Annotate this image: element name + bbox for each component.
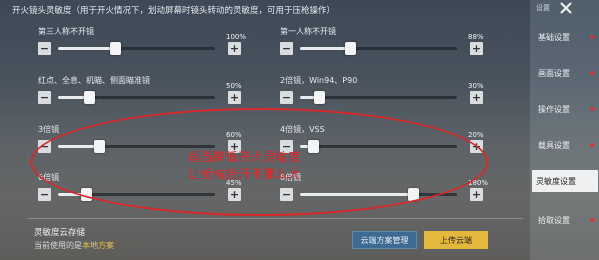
slider-value: 88%	[468, 33, 484, 41]
cloud-current-plan-name: 本地方案	[82, 241, 114, 250]
increase-button[interactable]: +	[228, 91, 241, 104]
slider-third-person-no-scope: 第三人称不开镜 100% − +	[38, 26, 248, 62]
slider-track[interactable]	[58, 42, 215, 55]
sidebar-item-0[interactable]: 基础设置	[538, 32, 594, 43]
decrease-button[interactable]: −	[38, 42, 51, 55]
increase-button[interactable]: +	[470, 91, 483, 104]
annotation-line-1: 适当降低开火灵敏度	[188, 150, 301, 164]
slider-thumb[interactable]	[84, 91, 96, 104]
decrease-button[interactable]: −	[280, 91, 293, 104]
slider-label: 3倍镜	[38, 125, 60, 134]
notification-dot-icon	[590, 35, 594, 39]
slider-first-person-no-scope: 第一人称不开镜 88% − +	[280, 26, 490, 62]
slider-label: 2倍镜，Win94、P90	[280, 76, 358, 85]
sidebar-item-3[interactable]: 载具设置	[538, 140, 594, 151]
cloud-plan-manage-button[interactable]: 云端方案管理	[352, 231, 417, 249]
slider-value: 20%	[468, 131, 484, 139]
slider-value: 30%	[468, 82, 484, 90]
cloud-current-prefix: 当前使用的是	[34, 241, 82, 250]
slider-track[interactable]	[58, 91, 215, 104]
fire-sensitivity-header: 开火镜头灵敏度（用于开火情况下，划动屏幕时镜头转动的灵敏度，可用于压枪操作）	[12, 6, 336, 16]
sidebar-header-label: 设置	[536, 4, 550, 12]
slider-fill	[58, 47, 115, 50]
slider-red-dot-holo: 红点、全息、机瞄、侧面瞄准镜 50% − +	[38, 75, 248, 111]
notification-dot-icon	[590, 143, 594, 147]
increase-button[interactable]: +	[228, 42, 241, 55]
increase-button[interactable]: +	[470, 188, 483, 201]
increase-button[interactable]: +	[470, 42, 483, 55]
decrease-button[interactable]: −	[38, 91, 51, 104]
section-divider	[28, 218, 523, 219]
slider-value: 100%	[226, 33, 247, 41]
sidebar-item-1[interactable]: 画面设置	[538, 68, 594, 79]
decrease-button[interactable]: −	[38, 188, 51, 201]
notification-dot-icon	[590, 71, 594, 75]
slider-thumb[interactable]	[313, 91, 325, 104]
cloud-current-plan: 当前使用的是本地方案	[34, 240, 114, 251]
slider-label: 第三人称不开镜	[38, 27, 94, 36]
notification-dot-icon	[590, 107, 594, 111]
cloud-storage-title: 灵敏度云存储	[34, 228, 86, 238]
slider-thumb[interactable]	[345, 42, 357, 55]
annotation-line-2: 让枪械抬升不那么大	[188, 167, 301, 181]
slider-thumb[interactable]	[109, 42, 121, 55]
slider-value: 50%	[226, 82, 242, 90]
sidebar-item-5[interactable]: 拾取设置	[538, 215, 594, 226]
slider-track[interactable]	[300, 91, 457, 104]
close-icon[interactable]	[558, 0, 574, 16]
upload-cloud-button[interactable]: 上传云端	[424, 231, 488, 249]
notification-dot-icon	[590, 218, 594, 222]
slider-label: 红点、全息、机瞄、侧面瞄准镜	[38, 76, 150, 85]
slider-fill	[300, 47, 351, 50]
slider-scope-2x: 2倍镜，Win94、P90 30% − +	[280, 75, 490, 111]
slider-label: 第一人称不开镜	[280, 27, 336, 36]
decrease-button[interactable]: −	[280, 42, 293, 55]
sidebar-item-4[interactable]: 灵敏度设置	[532, 170, 598, 192]
sidebar-item-2[interactable]: 操作设置	[538, 104, 594, 115]
slider-track[interactable]	[300, 42, 457, 55]
